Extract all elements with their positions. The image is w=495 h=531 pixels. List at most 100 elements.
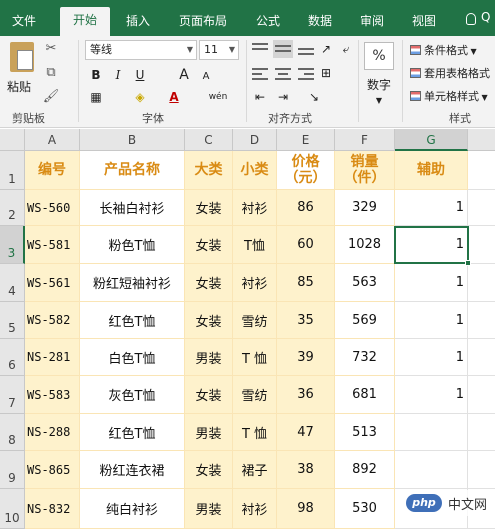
cell-a5[interactable]: WS-582 [25,302,80,339]
cell-a6[interactable]: NS-281 [25,339,80,376]
cell-e5[interactable]: 35 [277,302,335,339]
text-orientation-icon[interactable]: ↗ [318,40,334,58]
cell-e8[interactable]: 47 [277,414,335,451]
cell-e9[interactable]: 38 [277,451,335,489]
cell-d9[interactable]: 裙子 [233,451,277,489]
cell-e10[interactable]: 98 [277,489,335,529]
row-header-6[interactable]: 6 [0,339,25,376]
cell-e7[interactable]: 36 [277,376,335,414]
cell-d2[interactable]: 衬衫 [233,190,277,226]
cell-styles-button[interactable]: 单元格样式 ▼ [410,88,494,104]
cell-f8[interactable]: 513 [335,414,395,451]
fill-color-icon[interactable]: ◈ [132,88,148,106]
cell-f4[interactable]: 563 [335,264,395,302]
tab-home[interactable]: 开始 [60,7,110,36]
number-format-button[interactable]: % [364,42,394,70]
header-cell-d1[interactable]: 小类 [233,151,277,190]
cell-a8[interactable]: NS-288 [25,414,80,451]
cell-b7[interactable]: 灰色T恤 [80,376,185,414]
cell-h7[interactable] [468,376,495,414]
column-header-e[interactable]: E [277,129,335,151]
conditional-format-button[interactable]: 条件格式 ▼ [410,42,494,58]
orientation-icon[interactable]: ↘ [306,88,322,106]
column-header-d[interactable]: D [233,129,277,151]
cell-g8[interactable] [395,414,468,451]
cell-c10[interactable]: 男装 [185,489,233,529]
cell-c4[interactable]: 女装 [185,264,233,302]
align-middle-icon[interactable] [273,40,293,58]
paste-button[interactable]: 粘贴 [7,78,31,95]
row-header-10[interactable]: 10 [0,489,25,529]
cell-c6[interactable]: 男装 [185,339,233,376]
column-header-f[interactable]: F [335,129,395,151]
cell-a10[interactable]: NS-832 [25,489,80,529]
select-all-corner[interactable] [0,129,25,151]
tell-me-label[interactable]: Q [481,10,490,24]
copy-icon[interactable]: ⧉ [42,64,60,82]
cell-d4[interactable]: 衬衫 [233,264,277,302]
cell-b8[interactable]: 红色T恤 [80,414,185,451]
grow-font-button[interactable]: A [176,66,192,84]
font-color-button[interactable]: A [166,88,182,106]
tab-insert[interactable]: 插入 [118,8,158,36]
tab-formulas[interactable]: 公式 [248,8,288,36]
header-cell-a1[interactable]: 编号 [25,151,80,190]
cell-d5[interactable]: 雪纺 [233,302,277,339]
cell-f6[interactable]: 732 [335,339,395,376]
cell-b3[interactable]: 粉色T恤 [80,226,185,264]
font-size-select[interactable]: 11 ▼ [199,40,239,60]
cell-f9[interactable]: 892 [335,451,395,489]
merge-center-icon[interactable]: ⊞ [318,64,334,82]
cell-g9[interactable] [395,451,468,489]
tab-page-layout[interactable]: 页面布局 [170,8,236,36]
cell-c2[interactable]: 女装 [185,190,233,226]
cell-e4[interactable]: 85 [277,264,335,302]
cell-g5[interactable]: 1 [395,302,468,339]
cell-d10[interactable]: 衬衫 [233,489,277,529]
phonetic-button[interactable]: wén [205,88,231,106]
column-header-h[interactable] [468,129,495,151]
paste-icon[interactable] [10,42,34,72]
row-header-8[interactable]: 8 [0,414,25,451]
cell-d8[interactable]: T 恤 [233,414,277,451]
cell-h9[interactable] [468,451,495,489]
cell-c8[interactable]: 男装 [185,414,233,451]
format-painter-icon[interactable]: 🖌 [42,88,60,106]
header-cell-g1[interactable]: 辅助 [395,151,468,190]
header-cell-e1[interactable]: 价格 （元） [277,151,335,190]
cell-d6[interactable]: T 恤 [233,339,277,376]
column-header-g[interactable]: G [395,129,468,151]
row-header-4[interactable]: 4 [0,264,25,302]
border-icon[interactable]: ▦ [88,88,104,106]
cell-c5[interactable]: 女装 [185,302,233,339]
cell-f3[interactable]: 1028 [335,226,395,264]
wrap-text-icon[interactable]: ⤶ [338,40,354,58]
cell-a9[interactable]: WS-865 [25,451,80,489]
cell-h1[interactable] [468,151,495,190]
cell-f7[interactable]: 681 [335,376,395,414]
cell-a7[interactable]: WS-583 [25,376,80,414]
fill-handle[interactable] [465,260,471,266]
cell-b5[interactable]: 红色T恤 [80,302,185,339]
cell-a3[interactable]: WS-581 [25,226,80,264]
tab-view[interactable]: 视图 [404,8,444,36]
tab-file[interactable]: 文件 [2,8,46,36]
cell-d7[interactable]: 雪纺 [233,376,277,414]
cell-g7[interactable]: 1 [395,376,468,414]
align-bottom-icon[interactable] [298,42,314,56]
cell-c3[interactable]: 女装 [185,226,233,264]
cell-g3[interactable]: 1 [395,226,468,264]
column-header-c[interactable]: C [185,129,233,151]
cut-icon[interactable]: ✂ [42,40,60,58]
cell-e6[interactable]: 39 [277,339,335,376]
align-top-icon[interactable] [252,42,268,56]
row-header-2[interactable]: 2 [0,190,25,226]
italic-button[interactable]: I [110,66,126,84]
cell-f5[interactable]: 569 [335,302,395,339]
align-left-icon[interactable] [252,66,268,80]
column-header-a[interactable]: A [25,129,80,151]
cell-a4[interactable]: WS-561 [25,264,80,302]
decrease-indent-icon[interactable]: ⇤ [252,88,268,106]
chevron-down-icon[interactable]: ▼ [371,92,387,110]
column-header-b[interactable]: B [80,129,185,151]
